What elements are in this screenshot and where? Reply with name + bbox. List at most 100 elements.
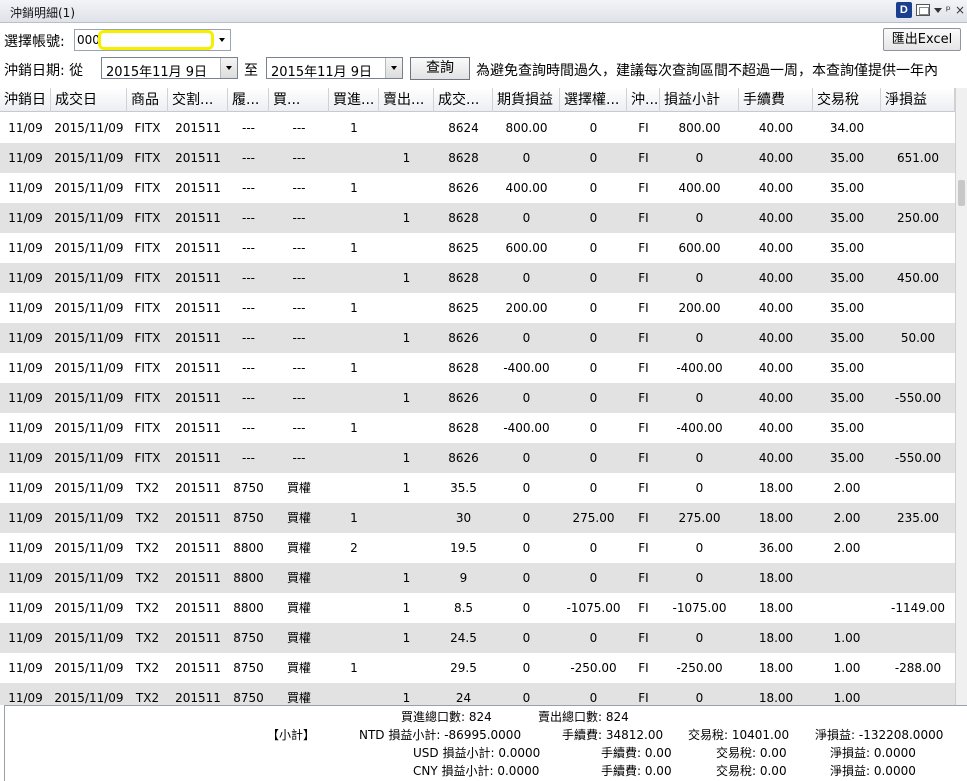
table-row[interactable]: 11/09 2015/11/09 TX2 201511 8800 買權 1 9 0 0 FI 0 18.… [0,563,955,593]
pin-icon[interactable]: ᵖ [946,3,951,17]
column-header-offset-type[interactable]: 沖... [627,88,660,112]
cell-product: TX2 [135,481,160,495]
cell-sell-qty: 1 [402,211,411,225]
cell-offset-type: FI [638,301,649,315]
cell-call-put: --- [292,181,306,195]
column-header-strike[interactable]: 履... [228,88,269,112]
column-header-trade-date[interactable]: 成交日 [51,88,127,112]
table-row[interactable]: 11/09 2015/11/09 TX2 201511 8800 買權 2 19.5 0 0 FI 0… [0,533,955,563]
table-row[interactable]: 11/09 2015/11/09 TX2 201511 8800 買權 1 8.5 0 -1075… [0,593,955,623]
cell-fee: 40.00 [758,121,794,135]
column-header-fee[interactable]: 手續費 [739,88,813,112]
d-logo-icon[interactable]: D [895,2,912,18]
close-icon[interactable]: × [955,3,965,17]
table-row[interactable]: 11/09 2015/11/09 TX2 201511 8750 買權 1 24 0 0 FI 0 18… [0,683,955,705]
cell-strike: --- [242,391,255,405]
cell-trade-price: 30 [455,511,472,525]
cell-net-pl [881,563,955,593]
table-row[interactable]: 11/09 2015/11/09 FITX 201511 --- --- 1 8628 0 0 FI… [0,263,955,293]
cell-trade-date: 2015/11/09 [54,121,124,135]
window-icon[interactable] [915,4,930,16]
table-row[interactable]: 11/09 2015/11/09 FITX 201511 --- --- 1 8628 0 0 FI… [0,143,955,173]
sell-total: 賣出總口數: 824 [538,710,629,724]
cell-futures-pl: 200.00 [505,301,548,315]
cell-trade-price: 8625 [448,301,479,315]
column-header-pl-subtotal[interactable]: 損益小計 [660,88,739,112]
column-header-tax[interactable]: 交易稅 [813,88,881,112]
table-row[interactable]: 11/09 2015/11/09 TX2 201511 8750 買權 1 35.5 0 0 FI 0… [0,473,955,503]
column-header-product[interactable]: 商品 [127,88,168,112]
cell-sell-qty: 1 [402,481,411,495]
column-header-settlement[interactable]: 交割... [168,88,228,112]
cell-product: TX2 [135,661,160,675]
cell-strike: --- [242,211,255,225]
column-header-trade-price[interactable]: 成交... [434,88,493,112]
cell-net-pl [881,533,955,563]
table-row[interactable]: 11/09 2015/11/09 TX2 201511 8750 買權 1 29.5 0 -250… [0,653,955,683]
cell-sell-qty [379,293,434,323]
cell-fee: 40.00 [758,301,794,315]
cell-option-pl: 0 [589,571,598,585]
cell-tax: 2.00 [833,541,861,555]
cell-offset-date: 11/09 [8,361,43,375]
cell-strike: 8800 [233,571,264,585]
column-header-option-pl[interactable]: 選擇權... [560,88,627,112]
query-button[interactable]: 查詢 [410,57,470,80]
cell-fee: 40.00 [758,451,794,465]
export-excel-button[interactable]: 匯出Excel [883,28,961,51]
cell-product: FITX [134,301,161,315]
table-row[interactable]: 11/09 2015/11/09 FITX 201511 --- --- 1 8624 800.… [0,113,955,143]
cell-sell-qty: 1 [402,571,411,585]
column-header-net-pl[interactable]: 淨損益 [881,88,955,112]
table-row[interactable]: 11/09 2015/11/09 FITX 201511 --- --- 1 8626 0 0 FI… [0,443,955,473]
cell-offset-date: 11/09 [8,331,43,345]
column-header-buy-qty[interactable]: 買進... [329,88,379,112]
cell-settlement: 201511 [175,481,221,495]
cell-strike: --- [242,121,255,135]
cell-trade-date: 2015/11/09 [54,271,124,285]
date-from-dropdown-icon[interactable] [220,58,237,78]
table-row[interactable]: 11/09 2015/11/09 FITX 201511 --- --- 1 8626 0 0 FI… [0,323,955,353]
cell-trade-date: 2015/11/09 [54,481,124,495]
table-row[interactable]: 11/09 2015/11/09 FITX 201511 --- --- 1 8626 400.… [0,173,955,203]
table-row[interactable]: 11/09 2015/11/09 FITX 201511 --- --- 1 8628 -400… [0,353,955,383]
column-header-futures-pl[interactable]: 期貨損益 [493,88,560,112]
cell-call-put: --- [292,331,306,345]
account-dropdown-icon[interactable] [215,31,229,49]
cell-pl-subtotal: 0 [695,211,704,225]
date-to-picker[interactable]: 2015年11月 9日 [266,57,403,80]
cell-offset-date: 11/09 [8,241,43,255]
cell-product: FITX [134,181,161,195]
cell-futures-pl: 0 [522,541,531,555]
cell-sell-qty: 1 [402,271,411,285]
scrollbar-thumb[interactable] [958,180,965,206]
vertical-scrollbar[interactable] [955,88,967,705]
cell-buy-qty [329,473,379,503]
cell-net-pl: 450.00 [897,271,939,285]
table-row[interactable]: 11/09 2015/11/09 FITX 201511 --- --- 1 8628 0 0 FI… [0,203,955,233]
table-row[interactable]: 11/09 2015/11/09 FITX 201511 --- --- 1 8626 0 0 FI… [0,383,955,413]
cell-offset-date: 11/09 [8,211,43,225]
cell-trade-price: 8626 [448,451,479,465]
table-row[interactable]: 11/09 2015/11/09 FITX 201511 --- --- 1 8628 -400… [0,413,955,443]
table-row[interactable]: 11/09 2015/11/09 FITX 201511 --- --- 1 8625 200.… [0,293,955,323]
usd-fee: 手續費: 0.00 [601,746,672,760]
cell-tax: 35.00 [829,181,865,195]
table-row[interactable]: 11/09 2015/11/09 TX2 201511 8750 買權 1 30 0 275.00… [0,503,955,533]
column-header-sell-qty[interactable]: 賣出... [379,88,434,112]
date-from-picker[interactable]: 2015年11月 9日 [101,57,238,80]
cell-product: TX2 [135,511,160,525]
account-select[interactable]: 000 [74,29,231,51]
table-row[interactable]: 11/09 2015/11/09 TX2 201511 8750 買權 1 24.5 0 0 FI 0… [0,623,955,653]
menu-down-icon[interactable] [933,7,942,13]
column-header-call-put[interactable]: 買... [269,88,329,112]
buy-total: 買進總口數: 824 [401,710,492,724]
column-header-offset-date[interactable]: 沖銷日 [0,88,51,112]
cell-call-put: 買權 [286,631,311,645]
date-to-dropdown-icon[interactable] [385,58,402,78]
cell-offset-date: 11/09 [8,451,43,465]
cell-fee: 36.00 [758,541,794,555]
table-row[interactable]: 11/09 2015/11/09 FITX 201511 --- --- 1 8625 600.… [0,233,955,263]
cell-trade-date: 2015/11/09 [54,241,124,255]
cell-futures-pl: 0 [522,631,531,645]
